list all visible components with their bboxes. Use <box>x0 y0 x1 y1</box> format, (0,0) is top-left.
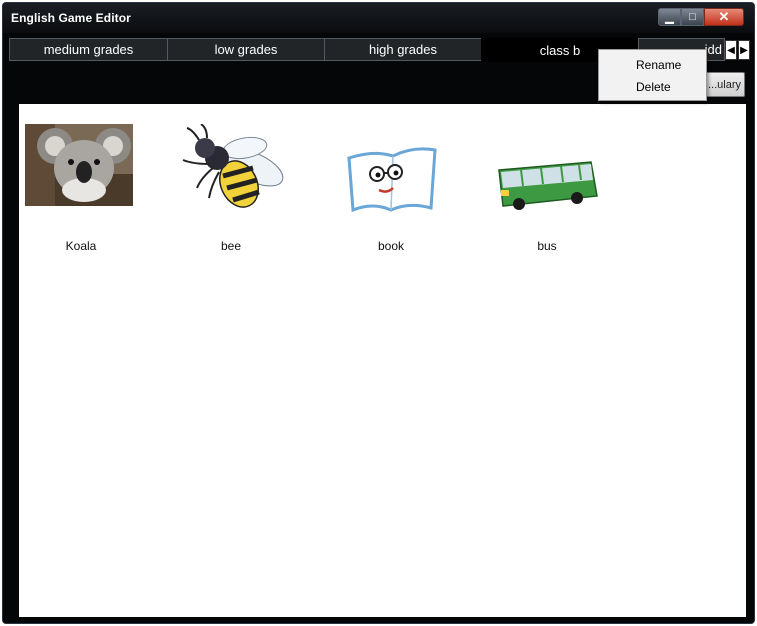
app-window: English Game Editor ▁ □ ✕ medium grades … <box>2 2 755 624</box>
tab-high-grades[interactable]: high grades <box>324 38 482 61</box>
chevron-left-icon: ◀ <box>727 44 735 56</box>
minimize-icon: ▁ <box>665 11 674 24</box>
tab-label: medium grades <box>43 42 134 57</box>
title-bar[interactable]: English Game Editor ▁ □ ✕ <box>3 3 754 33</box>
tab-label: class b <box>539 42 581 58</box>
tab-low-grades[interactable]: low grades <box>167 38 325 61</box>
add-vocabulary-label: ...ulary <box>707 78 741 91</box>
window-title: English Game Editor <box>11 11 131 25</box>
vocab-item-bee[interactable]: bee <box>175 123 287 253</box>
context-menu: Rename Delete <box>598 49 707 101</box>
close-icon: ✕ <box>718 9 730 24</box>
tab-label: low grades <box>214 42 278 57</box>
tab-label: high grades <box>369 42 437 57</box>
koala-image <box>25 124 137 214</box>
maximize-icon: □ <box>689 11 696 23</box>
delete-menu-item[interactable]: Delete <box>599 76 706 98</box>
bee-image <box>175 123 287 214</box>
book-image <box>335 124 447 214</box>
vocab-item-label: book <box>377 239 405 253</box>
vocab-item-label: bee <box>220 239 242 253</box>
vocab-item-label: Koala <box>65 239 97 253</box>
tab-scroll-left-button[interactable]: ◀ <box>725 40 737 60</box>
rename-menu-item[interactable]: Rename <box>599 54 706 76</box>
tab-scroll-right-button[interactable]: ▶ <box>738 40 750 60</box>
vocab-item-koala[interactable]: Koala <box>25 124 137 253</box>
bus-image <box>491 124 603 214</box>
vocab-item-book[interactable]: book <box>335 124 447 253</box>
minimize-button[interactable]: ▁ <box>658 8 681 26</box>
maximize-button[interactable]: □ <box>681 8 704 26</box>
window-controls: ▁ □ ✕ <box>658 8 744 26</box>
close-button[interactable]: ✕ <box>704 8 744 26</box>
vocab-item-bus[interactable]: bus <box>491 124 603 253</box>
tab-medium-grades[interactable]: medium grades <box>9 38 168 61</box>
vocabulary-grid: Koala bee book bus <box>19 104 746 617</box>
chevron-right-icon: ▶ <box>740 44 748 56</box>
vocab-item-label: bus <box>537 239 557 253</box>
